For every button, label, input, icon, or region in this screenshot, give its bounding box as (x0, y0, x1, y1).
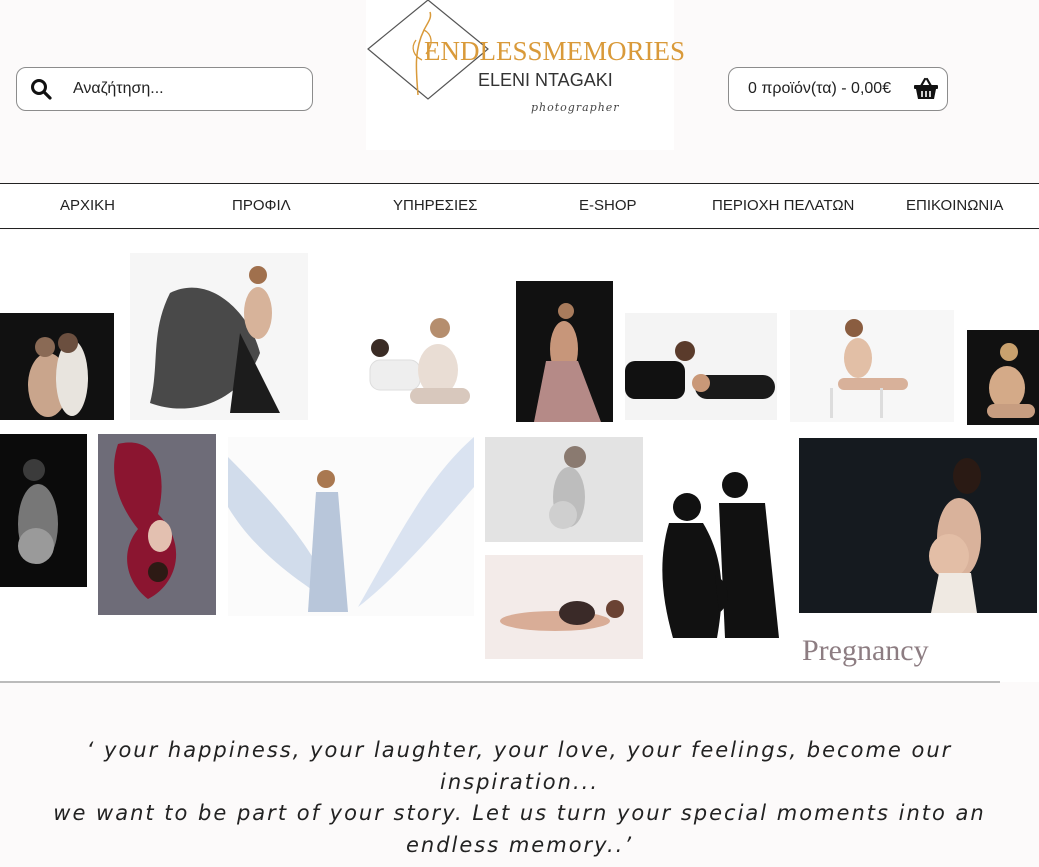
nav-item-client-area[interactable]: ΠΕΡΙΟΧΗ ΠΕΛΑΤΩΝ (712, 197, 854, 214)
quote-line: endless memory..’ (405, 832, 633, 857)
collage-photo[interactable] (0, 313, 114, 420)
nav-item-contact[interactable]: ΕΠΙΚΟΙΝΩΝΙΑ (906, 197, 1003, 214)
quote-line: inspiration... (439, 769, 599, 794)
collage-photo[interactable] (130, 253, 308, 420)
site-logo[interactable]: ENDLESSMEMORIES ELENI NTAGAKI photograph… (366, 0, 685, 150)
collage-photo[interactable] (625, 313, 777, 420)
section-divider (0, 681, 1000, 683)
quote-line: ‘ your happiness, your laughter, your lo… (86, 738, 953, 762)
nav-item-profile[interactable]: ΠΡΟΦΙΛ (232, 197, 291, 214)
collage-photo[interactable] (653, 463, 788, 641)
logo-title: ENDLESSMEMORIES (424, 36, 686, 66)
nav-item-services[interactable]: ΥΠΗΡΕΣΙΕΣ (393, 197, 477, 214)
collage-photo[interactable] (967, 330, 1039, 425)
search-input[interactable] (73, 80, 283, 98)
site-header: ENDLESSMEMORIES ELENI NTAGAKI photograph… (0, 0, 1039, 183)
collage-photo[interactable] (340, 300, 475, 420)
basket-icon (914, 77, 938, 99)
main-nav: ΑΡΧΙΚΗ ΠΡΟΦΙΛ ΥΠΗΡΕΣΙΕΣ E-SHOP ΠΕΡΙΟΧΗ Π… (0, 183, 1039, 229)
collage-photo[interactable] (485, 555, 643, 659)
collage-photo[interactable] (98, 434, 216, 615)
collage-photo[interactable] (0, 434, 87, 587)
collage-photo[interactable] (228, 437, 474, 616)
search-box[interactable] (16, 67, 313, 111)
logo-name: ELENI NTAGAKI (478, 70, 613, 90)
quote-text: ‘ your happiness, your laughter, your lo… (0, 735, 1039, 861)
collage-photo[interactable] (485, 437, 643, 542)
nav-item-home[interactable]: ΑΡΧΙΚΗ (60, 197, 115, 214)
cart-summary: 0 προϊόν(τα) - 0,00€ (748, 80, 892, 97)
nav-item-eshop[interactable]: E-SHOP (579, 197, 637, 214)
cart-button[interactable]: 0 προϊόν(τα) - 0,00€ (728, 67, 948, 111)
quote-line: we want to be part of your story. Let us… (53, 801, 986, 825)
collage-caption: Pregnancy (802, 634, 929, 667)
collage-photo[interactable] (790, 310, 954, 422)
search-icon[interactable] (29, 77, 53, 101)
collage-photo[interactable] (516, 281, 613, 422)
collage-photo[interactable] (799, 438, 1037, 613)
logo-tagline: photographer (531, 101, 620, 114)
